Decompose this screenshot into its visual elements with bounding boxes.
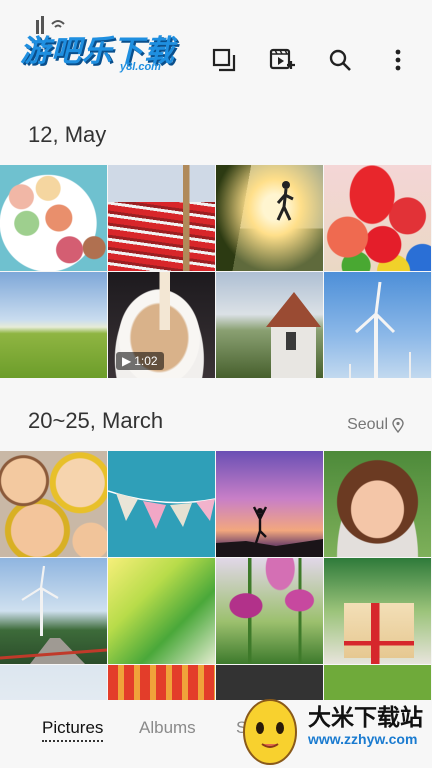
photo-smiling-girl[interactable]	[324, 451, 431, 557]
photo-partial-2[interactable]	[108, 665, 215, 700]
photo-christmas-gift[interactable]	[324, 558, 431, 664]
create-video-icon[interactable]	[268, 46, 296, 74]
photo-wind-turbines[interactable]	[324, 272, 431, 378]
top-bar: 游吧乐下载 y8l.com	[0, 0, 432, 120]
photo-bunting-flags[interactable]	[108, 451, 215, 557]
photo-church-tower[interactable]	[216, 272, 323, 378]
photo-partial-1[interactable]	[0, 665, 107, 700]
select-icon[interactable]	[210, 46, 238, 74]
section-title-may: 12, May	[28, 122, 107, 147]
watermark-url: www.zzhyw.com	[308, 731, 418, 747]
watermark: 大米下载站 www.zzhyw.com	[232, 688, 432, 768]
section-title-march: 20~25, March	[28, 408, 164, 433]
watermark-text: 大米下载站	[308, 704, 423, 730]
location-pin-icon	[392, 417, 404, 433]
logo-subtext: y8l.com	[120, 61, 161, 73]
video-duration: 1:02	[134, 354, 158, 368]
photo-cookies[interactable]	[0, 451, 107, 557]
logo: 游吧乐下载 y8l.com	[16, 14, 186, 74]
location-label[interactable]: Seoul	[347, 416, 404, 434]
tab-albums[interactable]: Albums	[139, 718, 196, 738]
video-duration-badge: ▶ 1:02	[116, 352, 164, 370]
photo-runner-sunset[interactable]	[216, 165, 323, 271]
photo-coffee-pour[interactable]: ▶ 1:02	[108, 272, 215, 378]
photo-green-field[interactable]	[0, 272, 107, 378]
photo-tulips[interactable]	[216, 558, 323, 664]
photo-yoga-silhouette[interactable]	[216, 451, 323, 557]
play-icon: ▶	[122, 354, 132, 368]
photo-green-leaf[interactable]	[108, 558, 215, 664]
photo-heart-balloons[interactable]	[324, 165, 431, 271]
toolbar	[180, 46, 412, 74]
location-text: Seoul	[347, 416, 388, 433]
photo-grid-march	[0, 451, 432, 664]
photo-macarons[interactable]	[0, 165, 107, 271]
search-icon[interactable]	[326, 46, 354, 74]
photo-wind-turbine-road[interactable]	[0, 558, 107, 664]
watermark-mascot-icon	[243, 699, 297, 765]
more-options-icon[interactable]	[384, 46, 412, 74]
photo-big-ben-bus[interactable]	[108, 165, 215, 271]
photo-grid-may: ▶ 1:02	[0, 165, 432, 378]
tab-pictures[interactable]: Pictures	[42, 718, 104, 742]
